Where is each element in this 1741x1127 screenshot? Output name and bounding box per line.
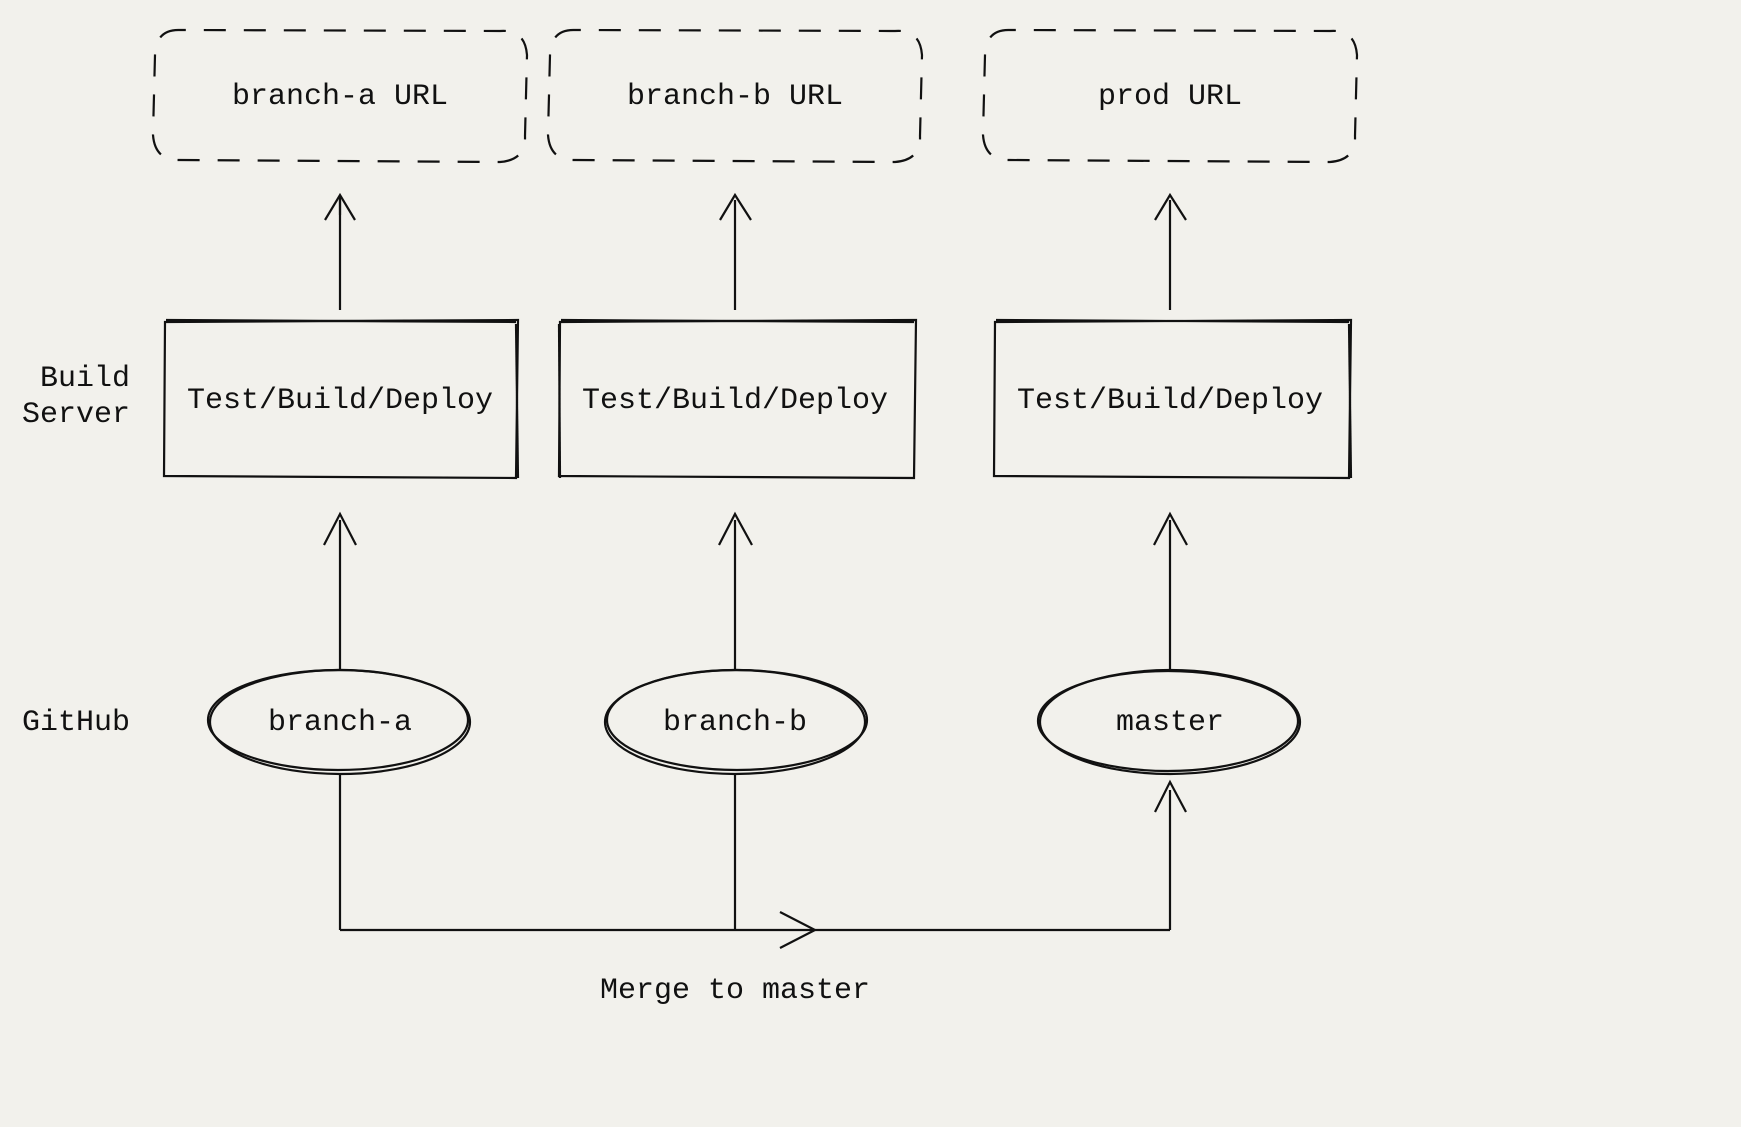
column-master: prod URL Test/Build/Deploy master [983, 30, 1357, 774]
deployment-diagram: Build Server GitHub branch-a URL Test/Bu… [0, 0, 1741, 1127]
build-label-branch-a: Test/Build/Deploy [187, 384, 493, 418]
label-merge-to-master: Merge to master [600, 974, 870, 1008]
column-branch-a: branch-a URL Test/Build/Deploy branch-a [153, 30, 527, 774]
column-branch-b: branch-b URL Test/Build/Deploy branch-b [548, 30, 922, 774]
branch-label-b: branch-b [663, 706, 807, 740]
url-label-prod: prod URL [1098, 80, 1242, 114]
branch-label-master: master [1116, 706, 1224, 740]
branch-label-a: branch-a [268, 706, 412, 740]
label-github: GitHub [22, 706, 130, 740]
merge-to-master-connector [340, 774, 1186, 948]
build-label-master: Test/Build/Deploy [1017, 384, 1323, 418]
build-label-branch-b: Test/Build/Deploy [582, 384, 888, 418]
label-build-server-line1: Build [40, 362, 130, 396]
url-label-branch-b: branch-b URL [627, 80, 843, 114]
build-box-branch-b-left2 [559, 324, 560, 478]
label-build-server-line2: Server [22, 398, 130, 432]
url-label-branch-a: branch-a URL [232, 80, 448, 114]
